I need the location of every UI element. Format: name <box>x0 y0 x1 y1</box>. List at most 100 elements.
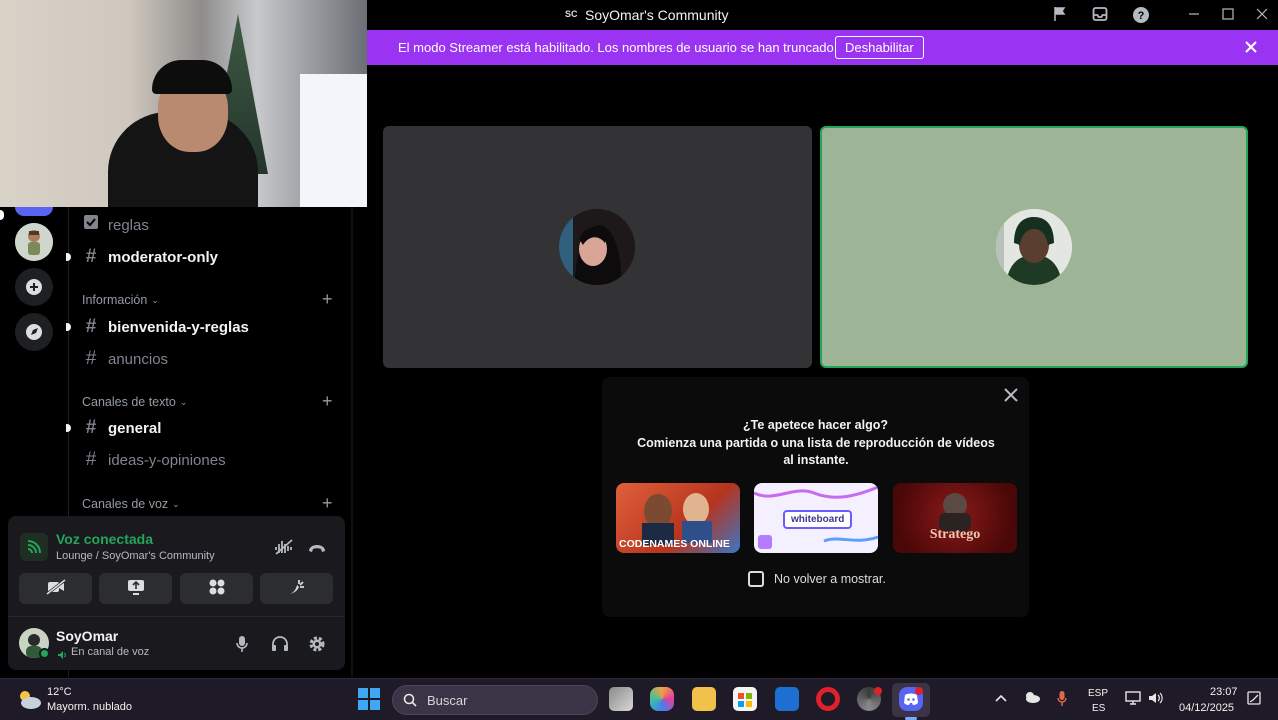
channel-label: anuncios <box>108 350 169 368</box>
category-informacion[interactable]: Información ⌄ <box>82 293 159 307</box>
lang-bottom[interactable]: ES <box>1092 703 1105 714</box>
user-panel: SoyOmar En canal de voz <box>8 616 345 670</box>
user-status: En canal de voz <box>71 646 150 658</box>
headphones-icon[interactable] <box>271 635 289 658</box>
disconnect-icon[interactable] <box>307 541 327 559</box>
signal-icon <box>20 533 48 561</box>
screen-share-icon <box>127 579 145 599</box>
file-explorer-icon[interactable] <box>692 687 716 711</box>
soundboard-icon <box>288 578 306 600</box>
activity-popup: ¿Te apetece hacer algo? Comienza una par… <box>602 377 1029 617</box>
close-icon[interactable] <box>1245 41 1257 56</box>
rules-icon <box>80 214 102 236</box>
volume-icon[interactable] <box>1148 691 1164 708</box>
hash-icon: # <box>85 246 97 267</box>
taskbar-search[interactable]: Buscar <box>392 685 598 715</box>
game-stratego[interactable]: Stratego <box>893 483 1017 553</box>
settings-icon[interactable] <box>308 635 326 658</box>
microphone-icon[interactable] <box>1057 691 1067 710</box>
search-icon <box>403 693 417 712</box>
hash-icon: # <box>85 316 97 337</box>
activities-button[interactable] <box>180 573 253 604</box>
weather-icon[interactable] <box>16 688 42 715</box>
minimize-icon[interactable] <box>1185 6 1203 24</box>
channel-label: general <box>108 419 162 437</box>
server-icon-selected[interactable] <box>15 207 53 216</box>
notifications-icon[interactable] <box>1247 691 1261 708</box>
help-icon[interactable]: ? <box>1132 6 1150 24</box>
add-channel-icon[interactable]: + <box>322 289 333 310</box>
channel-label: reglas <box>108 216 149 234</box>
tray-chevron-icon[interactable] <box>995 691 1007 706</box>
banner-message: El modo Streamer está habilitado. Los no… <box>398 40 838 55</box>
server-badge: SC <box>565 9 578 19</box>
outlook-icon[interactable] <box>775 687 799 711</box>
close-icon[interactable] <box>1253 6 1271 24</box>
channel-bienvenida-y-reglas[interactable]: # bienvenida-y-reglas <box>66 313 249 341</box>
weather-desc[interactable]: Mayorm. nublado <box>47 701 132 713</box>
store-icon[interactable] <box>733 687 757 711</box>
streamer-mode-banner: El modo Streamer está habilitado. Los no… <box>367 30 1278 65</box>
windows-taskbar: 12°C Mayorm. nublado Buscar ESP ES 23:07… <box>0 678 1278 720</box>
username: SoyOmar <box>56 628 119 644</box>
clock-date[interactable]: 04/12/2025 <box>1179 702 1234 714</box>
channel-label: moderator-only <box>108 248 219 266</box>
microphone-icon[interactable] <box>235 635 249 658</box>
opera-icon[interactable] <box>816 687 840 711</box>
clock-time[interactable]: 23:07 <box>1210 686 1238 698</box>
disable-streamer-button[interactable]: Deshabilitar <box>835 36 924 59</box>
channel-label: bienvenida-y-reglas <box>108 318 249 336</box>
copilot-icon[interactable] <box>650 687 674 711</box>
chevron-down-icon: ⌄ <box>179 396 188 407</box>
hash-icon: # <box>85 348 97 369</box>
windows-start-icon[interactable] <box>357 687 381 711</box>
channel-anuncios[interactable]: # anuncios <box>80 345 168 373</box>
voice-status[interactable]: Voz conectada <box>56 531 153 547</box>
voice-connection-panel: Voz conectada Lounge / SoyOmar's Communi… <box>8 516 345 616</box>
lang-top[interactable]: ESP <box>1088 688 1108 699</box>
search-placeholder: Buscar <box>427 693 468 708</box>
inbox-icon[interactable] <box>1091 6 1109 24</box>
server-avatar[interactable] <box>15 223 53 261</box>
add-server-icon[interactable] <box>15 268 53 306</box>
participant-tile[interactable] <box>383 126 812 368</box>
camera-button[interactable] <box>19 573 92 604</box>
weather-temp[interactable]: 12°C <box>47 686 72 698</box>
channel-general[interactable]: # general <box>66 414 162 442</box>
voice-location[interactable]: Lounge / SoyOmar's Community <box>56 550 215 562</box>
onedrive-icon[interactable] <box>1023 691 1041 706</box>
chevron-down-icon: ⌄ <box>172 498 180 509</box>
category-canales-de-voz[interactable]: Canales de voz ⌄ <box>82 497 180 511</box>
notification-badge <box>874 687 882 695</box>
add-channel-icon[interactable]: + <box>322 391 333 412</box>
screen-share-button[interactable] <box>99 573 172 604</box>
title-bar: SC SoyOmar's Community ? <box>367 0 1278 30</box>
popup-close-icon[interactable] <box>1004 388 1018 407</box>
channel-reglas[interactable]: reglas <box>80 211 149 239</box>
maximize-icon[interactable] <box>1219 6 1237 24</box>
channel-moderator-only[interactable]: # moderator-only <box>66 243 219 271</box>
category-canales-de-texto[interactable]: Canales de texto ⌄ <box>82 395 187 409</box>
camera-off-icon <box>45 578 66 599</box>
add-channel-icon[interactable]: + <box>322 493 333 514</box>
task-view-icon[interactable] <box>609 687 633 711</box>
window-title: SoyOmar's Community <box>585 7 729 23</box>
popup-title: ¿Te apetece hacer algo? <box>743 418 888 432</box>
game-title: CODENAMES ONLINE <box>619 538 730 550</box>
online-status-dot <box>39 648 50 659</box>
game-codenames[interactable]: CODENAMES ONLINE <box>616 483 740 553</box>
network-icon[interactable] <box>1125 691 1141 708</box>
soundboard-button[interactable] <box>260 573 333 604</box>
noise-suppression-icon[interactable] <box>274 538 294 561</box>
hash-icon: # <box>85 417 97 438</box>
game-whiteboard[interactable]: whiteboard <box>754 483 878 553</box>
channel-ideas-y-opiniones[interactable]: # ideas-y-opiniones <box>80 446 226 474</box>
game-title: whiteboard <box>783 510 853 529</box>
dont-show-checkbox[interactable] <box>748 571 764 587</box>
activities-icon <box>208 578 226 600</box>
discover-icon[interactable] <box>15 313 53 351</box>
flag-icon[interactable] <box>1051 6 1069 24</box>
participant-avatar <box>559 209 635 285</box>
participant-tile-speaking[interactable] <box>820 126 1248 368</box>
svg-text:?: ? <box>1138 10 1145 22</box>
